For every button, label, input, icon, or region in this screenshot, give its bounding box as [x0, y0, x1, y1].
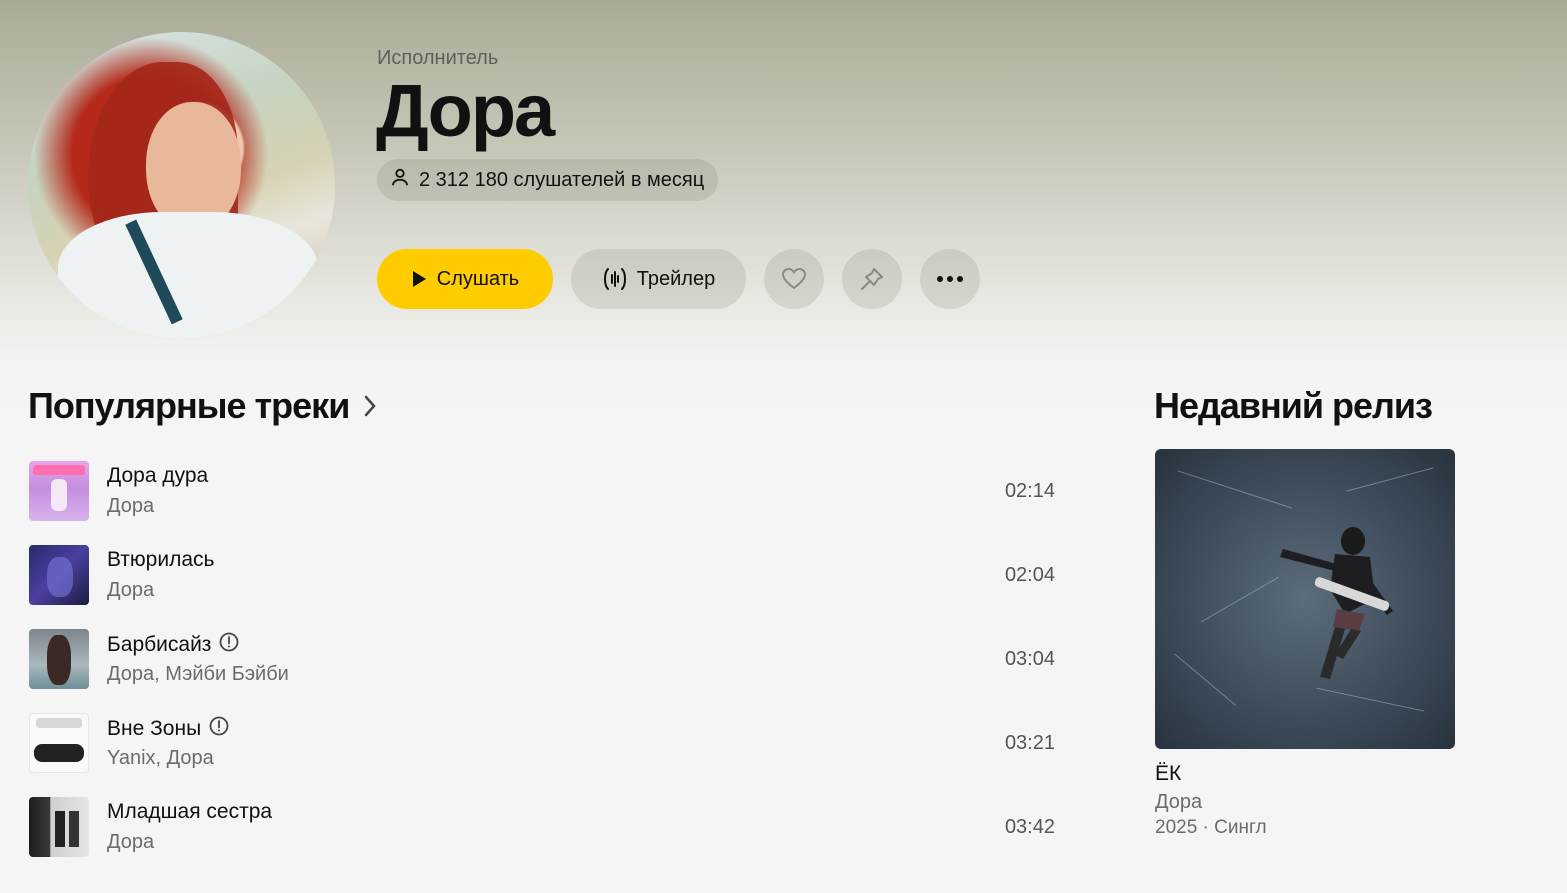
track-artists[interactable]: Дора [107, 579, 154, 602]
more-button[interactable] [920, 249, 980, 309]
popular-tracks-heading[interactable]: Популярные треки [28, 385, 377, 427]
trailer-button[interactable]: Трейлер [571, 249, 746, 309]
artist-eyebrow: Исполнитель [377, 47, 499, 69]
waveform-icon [602, 266, 628, 292]
play-button-label: Слушать [436, 267, 520, 290]
pin-icon [859, 266, 885, 292]
track-cover[interactable] [29, 713, 89, 773]
track-row[interactable]: Втюрилась Дора 02:04 [28, 545, 1058, 629]
track-artists[interactable]: Дора [107, 495, 154, 518]
track-duration: 02:04 [1004, 564, 1055, 586]
release-cover[interactable] [1155, 449, 1455, 749]
listeners-badge: 2 312 180 слушателей в месяц [377, 159, 719, 201]
trailer-button-label: Трейлер [636, 267, 716, 290]
person-icon [389, 166, 411, 194]
recent-release-heading: Недавний релиз [1154, 385, 1433, 426]
release-title[interactable]: ЁК [1155, 762, 1181, 786]
track-artists[interactable]: Дора [107, 831, 154, 854]
more-icon [936, 275, 964, 283]
play-icon [411, 270, 427, 288]
play-button[interactable]: Слушать [377, 249, 553, 309]
release-artist[interactable]: Дора [1155, 791, 1202, 814]
track-title: Втюрилась [107, 548, 215, 571]
popular-tracks-title: Популярные треки [28, 385, 350, 426]
track-cover[interactable] [29, 797, 89, 857]
track-row[interactable]: Вне Зоны Yanix, Дора 03:21 [28, 713, 1058, 797]
track-duration: 03:21 [1004, 732, 1055, 754]
explicit-icon [219, 632, 239, 658]
track-title: Барбисайз [107, 632, 239, 658]
chevron-right-icon [363, 385, 377, 427]
track-row[interactable]: Дора дура Дора 02:14 [28, 461, 1058, 545]
track-duration: 03:04 [1004, 648, 1055, 670]
track-row[interactable]: Барбисайз Дора, Мэйби Бэйби 03:04 [28, 629, 1058, 713]
track-cover[interactable] [29, 461, 89, 521]
track-title: Дора дура [107, 464, 209, 487]
release-cover-figure [1280, 527, 1393, 679]
track-artists[interactable]: Yanix, Дора [107, 747, 214, 770]
track-duration: 02:14 [1004, 480, 1055, 502]
track-title: Младшая сестра [107, 800, 273, 823]
explicit-icon [209, 716, 229, 742]
popular-tracks-list: Дора дура Дора 02:14 Втюрилась Дора 02:0… [28, 461, 1058, 881]
like-button[interactable] [764, 249, 824, 309]
pin-button[interactable] [842, 249, 902, 309]
track-cover[interactable] [29, 545, 89, 605]
track-title: Вне Зоны [107, 716, 229, 742]
listeners-count: 2 312 180 слушателей в месяц [419, 168, 705, 191]
release-meta: 2025 · Сингл [1155, 817, 1267, 838]
track-row[interactable]: Младшая сестра Дора 03:42 [28, 797, 1058, 881]
heart-icon [781, 267, 807, 291]
track-artists[interactable]: Дора, Мэйби Бэйби [107, 663, 289, 686]
artist-avatar [28, 32, 335, 339]
track-cover[interactable] [29, 629, 89, 689]
artist-name: Дора [376, 69, 555, 152]
track-duration: 03:42 [1004, 816, 1055, 838]
